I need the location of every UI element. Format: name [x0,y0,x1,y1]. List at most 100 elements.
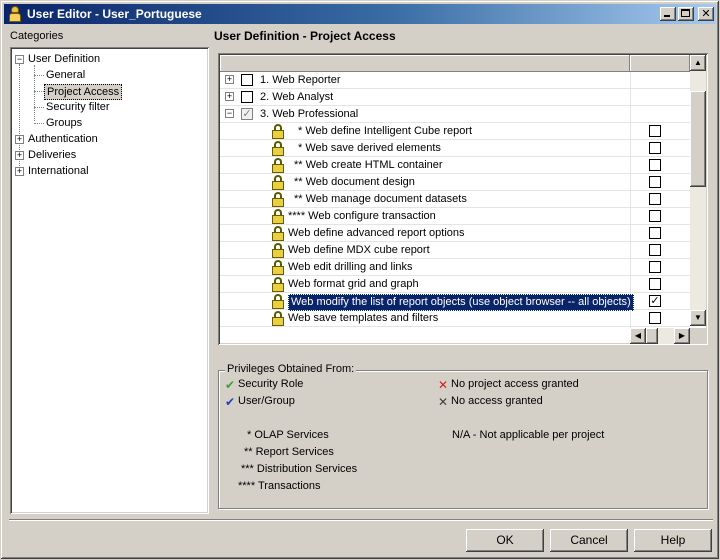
legend-distribution-services: *** Distribution Services [241,463,358,475]
scroll-down-icon: ▼ [694,313,702,322]
tree-item-label: Authentication [28,133,98,145]
maximize-button[interactable] [678,7,694,21]
help-button[interactable]: Help [634,529,712,552]
scroll-left-icon: ◀ [634,331,642,340]
group-checkbox[interactable]: ✓ [241,108,253,120]
privilege-label: Web save templates and filters [288,312,439,324]
scroll-thumb[interactable] [690,91,706,187]
privilege-row[interactable]: * Web save derived elements [220,140,690,157]
scroll-left-button[interactable]: ◀ [630,328,646,344]
privilege-lock-icon [271,124,287,139]
privilege-label: Web edit drilling and links [288,261,413,273]
title-bar[interactable]: User Editor - User_Portuguese ✕ [4,4,716,24]
categories-label: Categories [10,30,64,42]
expand-icon[interactable]: + [15,135,24,144]
privilege-checkbox[interactable] [649,176,661,188]
privilege-label: * Web define Intelligent Cube report [298,125,473,137]
legend-label: No access granted [451,395,543,407]
privilege-row[interactable] [220,327,690,328]
horizontal-scrollbar[interactable]: ◀ ▶ [630,328,690,344]
scroll-right-button[interactable]: ▶ [674,328,690,344]
expand-icon[interactable]: + [225,92,234,101]
minimize-button[interactable] [660,7,676,21]
privilege-row[interactable]: ** Web manage document datasets [220,191,690,208]
group-checkbox[interactable] [241,91,253,103]
vertical-scrollbar[interactable]: ▲ ▼ [690,55,706,326]
collapse-icon[interactable]: − [15,55,24,64]
privilege-checkbox[interactable] [649,210,661,222]
privilege-checkbox[interactable] [649,193,661,205]
scroll-down-button[interactable]: ▼ [690,310,706,326]
group-checkbox[interactable] [241,74,253,86]
scroll-corner [690,328,706,344]
tree-item-label: Project Access [44,84,123,100]
collapse-icon[interactable]: − [225,109,234,118]
expand-icon[interactable]: + [15,167,24,176]
privilege-lock-icon [271,294,287,309]
privilege-checkbox[interactable] [649,244,661,256]
privilege-label: ** Web manage document datasets [294,193,467,205]
grey-x-icon: ✕ [437,395,449,409]
legend-label: Security Role [238,378,304,390]
ok-button[interactable]: OK [466,529,544,552]
grid-body: +1. Web Reporter +2. Web Analyst − ✓ 3. Web … [220,72,690,328]
expand-icon[interactable]: + [15,151,24,160]
tree-item-label: Security filter [46,101,110,113]
privilege-checkbox[interactable] [649,312,661,324]
cancel-button[interactable]: Cancel [550,529,628,552]
grid-header [220,55,690,72]
privilege-checkbox[interactable] [649,278,661,290]
close-button[interactable]: ✕ [698,7,714,21]
column-header-granted[interactable] [630,55,690,72]
privilege-row[interactable]: ** Web document design [220,174,690,191]
tree-item-label: Deliveries [28,149,77,161]
legend-label: No project access granted [451,378,579,390]
privilege-checkbox[interactable] [649,125,661,137]
group-title: Privileges Obtained From: [225,363,357,375]
privilege-label: Web modify the list of report objects (u… [288,294,634,311]
scroll-up-icon: ▲ [694,58,702,67]
tree-item-label: Groups [46,117,83,129]
column-header-privilege[interactable] [220,55,630,72]
window-title: User Editor - User_Portuguese [27,7,202,21]
privilege-row[interactable]: * Web define Intelligent Cube report [220,123,690,140]
legend-olap: * OLAP Services [247,429,329,441]
privilege-checkbox[interactable] [649,227,661,239]
privilege-row[interactable]: Web format grid and graph [220,276,690,293]
privilege-group-row[interactable]: − ✓ 3. Web Professional [220,106,690,123]
page-title: User Definition - Project Access [214,29,396,43]
privilege-checkbox[interactable] [649,142,661,154]
privilege-label: Web format grid and graph [288,278,419,290]
privilege-row[interactable]: Web define MDX cube report [220,242,690,259]
privilege-row[interactable]: **** Web configure transaction [220,208,690,225]
privilege-lock-icon [271,277,287,292]
close-icon: ✕ [701,8,711,20]
horizontal-scroll-thumb[interactable] [646,328,658,344]
not-applicable-note: N/A - Not applicable per project [452,429,605,441]
legend-label: User/Group [238,395,295,407]
privilege-lock-icon [271,158,287,173]
privilege-group-row[interactable]: +2. Web Analyst [220,89,690,106]
privilege-lock-icon [271,209,287,224]
category-tree[interactable]: − User Definition General Project Access… [10,47,209,514]
tree-item-label: General [46,69,86,81]
privilege-lock-icon [271,226,287,241]
privilege-checkbox[interactable] [649,159,661,171]
privilege-group-row[interactable]: +1. Web Reporter [220,72,690,89]
privilege-checkbox[interactable] [649,261,661,273]
privileges-grid[interactable]: +1. Web Reporter +2. Web Analyst − ✓ 3. Web … [218,53,708,345]
red-x-icon: ✕ [437,378,449,392]
privilege-row[interactable]: Web edit drilling and links [220,259,690,276]
scroll-up-button[interactable]: ▲ [690,55,706,71]
privilege-lock-icon [271,260,287,275]
tree-item-label: International [28,165,89,177]
privilege-row[interactable]: Web modify the list of report objects (u… [220,293,690,311]
privilege-row[interactable]: ** Web create HTML container [220,157,690,174]
privilege-lock-icon [271,311,287,326]
privilege-group-label: 2. Web Analyst [260,91,334,103]
privilege-row[interactable]: Web save templates and filters [220,310,690,327]
privilege-checkbox-checked[interactable]: ✓ [649,295,661,307]
privilege-row[interactable]: Web define advanced report options [220,225,690,242]
privilege-label: Web define MDX cube report [288,244,430,256]
expand-icon[interactable]: + [225,75,234,84]
